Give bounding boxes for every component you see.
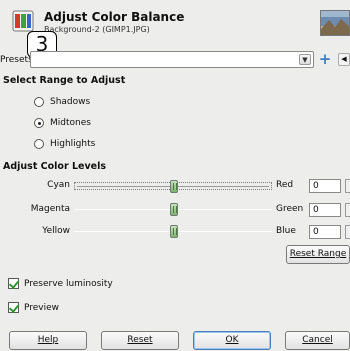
cancel-button[interactable]: Cancel xyxy=(285,331,350,350)
preview-label[interactable]: Preview xyxy=(24,303,59,313)
magenta-green-slider-handle[interactable] xyxy=(170,203,178,216)
reset-button[interactable]: Reset xyxy=(101,331,179,350)
radio-shadows[interactable] xyxy=(34,97,44,107)
arrow-left-icon[interactable]: ◀ xyxy=(338,53,350,66)
radio-midtones-label[interactable]: Midtones xyxy=(50,118,91,128)
cyan-label: Cyan xyxy=(47,180,70,190)
ok-label: OK xyxy=(225,335,239,345)
preview-checkbox[interactable] xyxy=(8,302,19,313)
cyan-red-slider-handle[interactable] xyxy=(170,180,178,193)
reset-range-label: Reset Range xyxy=(289,249,347,259)
radio-highlights[interactable] xyxy=(34,139,44,149)
magenta-green-spin-button[interactable] xyxy=(345,203,350,217)
cancel-label: Cancel xyxy=(302,335,333,345)
magenta-green-value-field[interactable]: 0 xyxy=(309,203,341,217)
dialog-title: Adjust Color Balance xyxy=(44,10,185,24)
red-label: Red xyxy=(276,180,294,190)
plus-icon[interactable]: + xyxy=(318,52,332,67)
yellow-blue-value-field[interactable]: 0 xyxy=(309,225,341,239)
help-label: Help xyxy=(37,335,59,345)
radio-highlights-label[interactable]: Highlights xyxy=(50,139,95,149)
cyan-red-spin-button[interactable] xyxy=(345,179,350,193)
green-label: Green xyxy=(276,204,304,214)
cyan-red-value-field[interactable]: 0 xyxy=(309,179,341,193)
yellow-label: Yellow xyxy=(42,226,70,236)
reset-label: Reset xyxy=(127,335,153,345)
presets-combobox[interactable]: ▼ xyxy=(30,51,314,68)
preserve-luminosity-label[interactable]: Preserve luminosity xyxy=(24,279,113,289)
magenta-label: Magenta xyxy=(30,204,70,214)
ok-button[interactable]: OK xyxy=(193,331,271,350)
adjust-levels-heading: Adjust Color Levels xyxy=(3,161,106,172)
blue-label: Blue xyxy=(276,226,296,236)
image-thumbnail xyxy=(320,10,350,36)
yellow-blue-slider-handle[interactable] xyxy=(170,225,178,238)
radio-shadows-label[interactable]: Shadows xyxy=(50,97,90,107)
color-balance-tool-icon xyxy=(12,10,34,32)
yellow-blue-spin-button[interactable] xyxy=(345,225,350,239)
help-button[interactable]: Help xyxy=(9,331,87,350)
dialog-subtitle: Background-2 (GIMP1.JPG) xyxy=(44,25,150,34)
chevron-down-icon[interactable]: ▼ xyxy=(299,54,311,65)
radio-midtones[interactable] xyxy=(34,118,44,128)
reset-range-button[interactable]: Reset Range xyxy=(286,245,350,264)
select-range-heading: Select Range to Adjust xyxy=(3,75,126,86)
preserve-luminosity-checkbox[interactable] xyxy=(8,278,19,289)
